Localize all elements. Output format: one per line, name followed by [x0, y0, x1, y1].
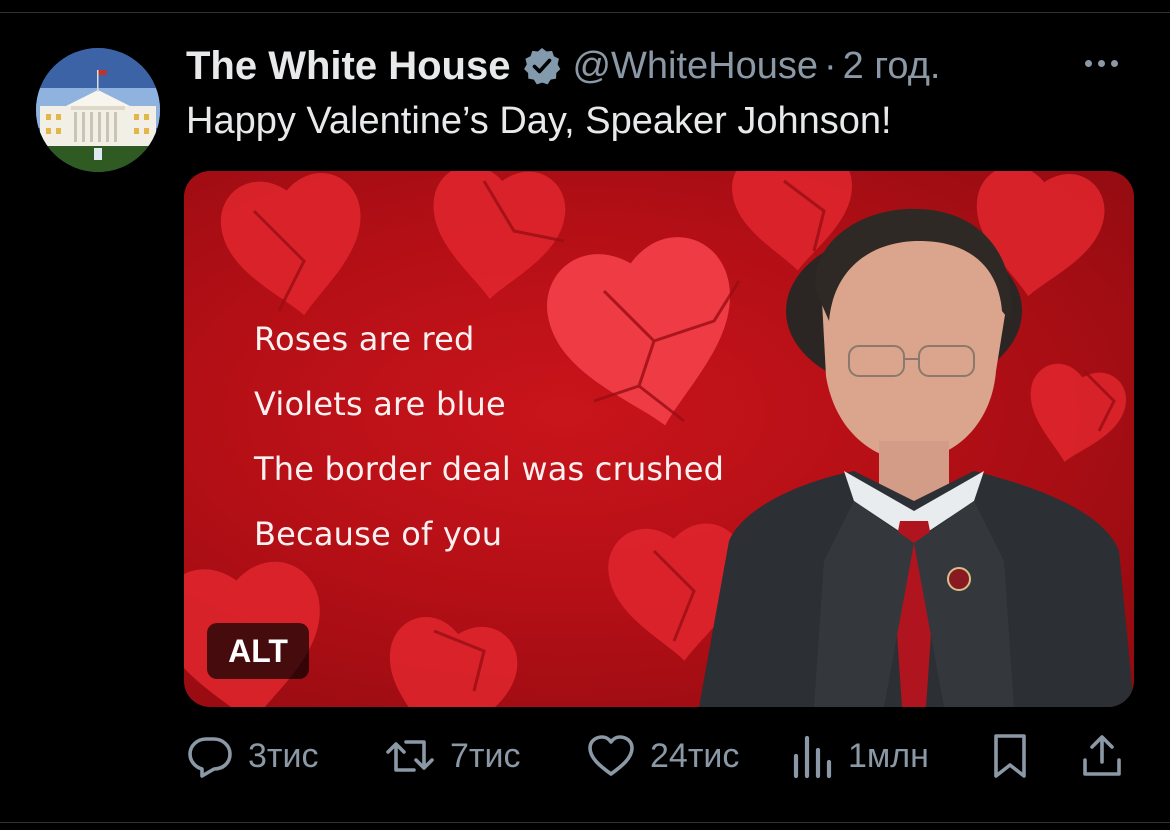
poem-text: Roses are red Violets are blue The borde… — [254, 319, 724, 579]
tweet-header: The White House @WhiteHouse · 2 год. — [186, 40, 940, 92]
views-icon — [793, 735, 832, 779]
tweet-actions: 3тис 7тис 24тис 1млн — [186, 726, 1130, 786]
poem-line: Violets are blue — [254, 385, 506, 423]
reply-count: 3тис — [248, 736, 319, 775]
share-icon — [1083, 735, 1121, 776]
avatar[interactable] — [36, 48, 160, 172]
author-handle[interactable]: @WhiteHouse — [572, 45, 818, 88]
share-button[interactable] — [1080, 726, 1124, 786]
tweet-text: Happy Valentine’s Day, Speaker Johnson! — [186, 100, 892, 142]
alt-text-button[interactable]: ALT — [207, 623, 309, 679]
bookmark-icon — [994, 734, 1026, 778]
verified-icon — [522, 46, 562, 86]
reply-icon — [188, 737, 232, 778]
reply-button[interactable]: 3тис — [186, 726, 318, 786]
like-icon — [588, 735, 634, 776]
poem-line: Because of you — [254, 515, 503, 553]
tweet-media-image[interactable]: Roses are red Violets are blue The borde… — [184, 171, 1134, 707]
views-button[interactable]: 1млн — [790, 726, 929, 786]
top-divider — [0, 12, 1170, 13]
poem-line: Roses are red — [254, 320, 475, 358]
bookmark-button[interactable] — [990, 726, 1030, 786]
like-count: 24тис — [650, 736, 740, 775]
separator: · — [824, 44, 837, 87]
poem-line: The border deal was crushed — [254, 450, 725, 488]
views-count: 1млн — [848, 736, 929, 775]
author-name[interactable]: The White House — [186, 44, 510, 89]
repost-button[interactable]: 7тис — [384, 726, 520, 786]
bottom-divider — [0, 822, 1170, 823]
more-icon[interactable] — [1085, 60, 1118, 67]
timestamp[interactable]: 2 год. — [843, 45, 941, 88]
repost-icon — [386, 740, 434, 772]
like-button[interactable]: 24тис — [586, 726, 739, 786]
repost-count: 7тис — [450, 736, 521, 775]
